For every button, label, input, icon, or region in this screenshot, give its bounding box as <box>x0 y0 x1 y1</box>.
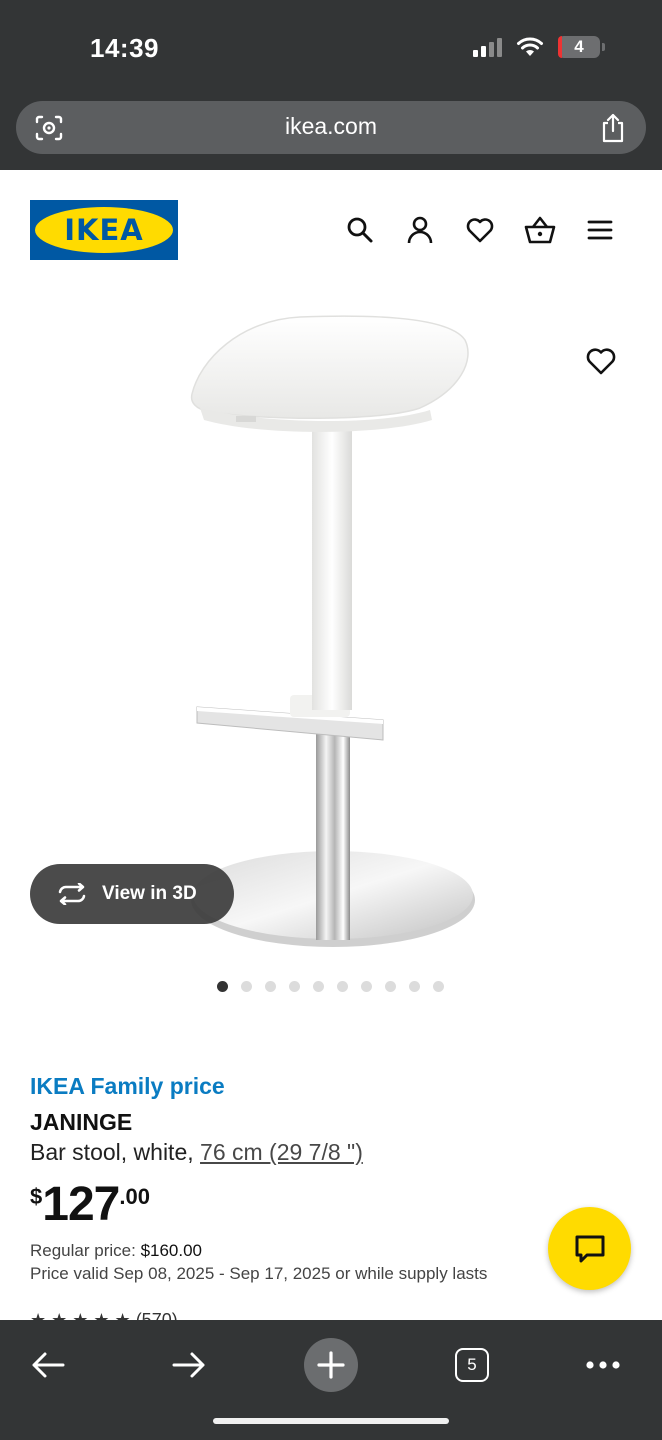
family-price-label: IKEA Family price <box>30 1073 225 1099</box>
back-arrow-icon <box>32 1352 65 1378</box>
more-menu-button[interactable] <box>576 1338 630 1392</box>
view-in-3d-button[interactable]: View in 3D <box>30 864 234 924</box>
price-currency: $ <box>30 1184 43 1209</box>
forward-button[interactable] <box>162 1338 216 1392</box>
size-link[interactable]: 76 cm (29 7/8 ") <box>200 1139 363 1165</box>
home-indicator[interactable] <box>213 1418 449 1424</box>
tabs-button[interactable]: 5 <box>445 1338 499 1392</box>
browser-top-chrome: 14:39 4 ikea.com <box>0 0 662 170</box>
tab-count: 5 <box>455 1348 489 1382</box>
forward-arrow-icon <box>172 1352 205 1378</box>
more-dots-icon <box>586 1361 620 1369</box>
image-carousel-dots[interactable] <box>217 981 444 992</box>
account-icon[interactable] <box>404 213 436 247</box>
chat-button[interactable] <box>548 1207 631 1290</box>
status-time: 14:39 <box>90 33 159 63</box>
regular-price-label: Regular price: <box>30 1241 141 1260</box>
price-decimal: .00 <box>119 1184 150 1209</box>
price-integer: 127 <box>42 1178 120 1231</box>
add-to-wishlist-icon[interactable] <box>584 345 618 379</box>
regular-price-value: $160.00 <box>140 1241 203 1260</box>
search-icon[interactable] <box>344 213 376 247</box>
carousel-dot[interactable] <box>265 981 276 992</box>
carousel-dot[interactable] <box>313 981 324 992</box>
logo-oval: IKEA <box>35 207 173 253</box>
wishlist-icon[interactable] <box>464 213 496 247</box>
product-price: $ 127 .00 <box>30 1178 150 1232</box>
cellular-signal-icon <box>473 37 502 57</box>
price-validity: Price valid Sep 08, 2025 - Sep 17, 2025 … <box>30 1264 488 1283</box>
chat-icon <box>575 1235 604 1262</box>
carousel-dot[interactable] <box>217 981 228 992</box>
share-icon[interactable] <box>600 112 626 144</box>
new-tab-button[interactable] <box>304 1338 358 1392</box>
view-in-3d-label: View in 3D <box>102 883 197 904</box>
wifi-icon <box>517 37 543 56</box>
logo-text: IKEA <box>64 213 144 247</box>
carousel-dot[interactable] <box>433 981 444 992</box>
battery-icon: 4 <box>558 36 605 58</box>
status-icons: 4 <box>473 36 605 58</box>
header-nav-icons <box>344 213 616 247</box>
plus-icon <box>317 1351 345 1379</box>
product-name: JANINGE <box>30 1109 133 1135</box>
carousel-dot[interactable] <box>241 981 252 992</box>
ikea-logo[interactable]: IKEA <box>30 200 178 260</box>
carousel-dot[interactable] <box>409 981 420 992</box>
carousel-dot[interactable] <box>337 981 348 992</box>
rotate-3d-icon <box>58 883 86 905</box>
regular-price: Regular price: $160.00 <box>30 1241 202 1261</box>
back-button[interactable] <box>21 1338 75 1392</box>
url-bar[interactable]: ikea.com <box>16 101 646 154</box>
url-text[interactable]: ikea.com <box>16 113 646 140</box>
carousel-dot[interactable] <box>385 981 396 992</box>
carousel-dot[interactable] <box>361 981 372 992</box>
battery-level: 4 <box>574 37 584 56</box>
product-description: Bar stool, white, 76 cm (29 7/8 ") <box>30 1139 363 1166</box>
basket-icon[interactable] <box>524 213 556 247</box>
product-description-text: Bar stool, white, <box>30 1139 201 1165</box>
menu-icon[interactable] <box>584 213 616 247</box>
carousel-dot[interactable] <box>289 981 300 992</box>
